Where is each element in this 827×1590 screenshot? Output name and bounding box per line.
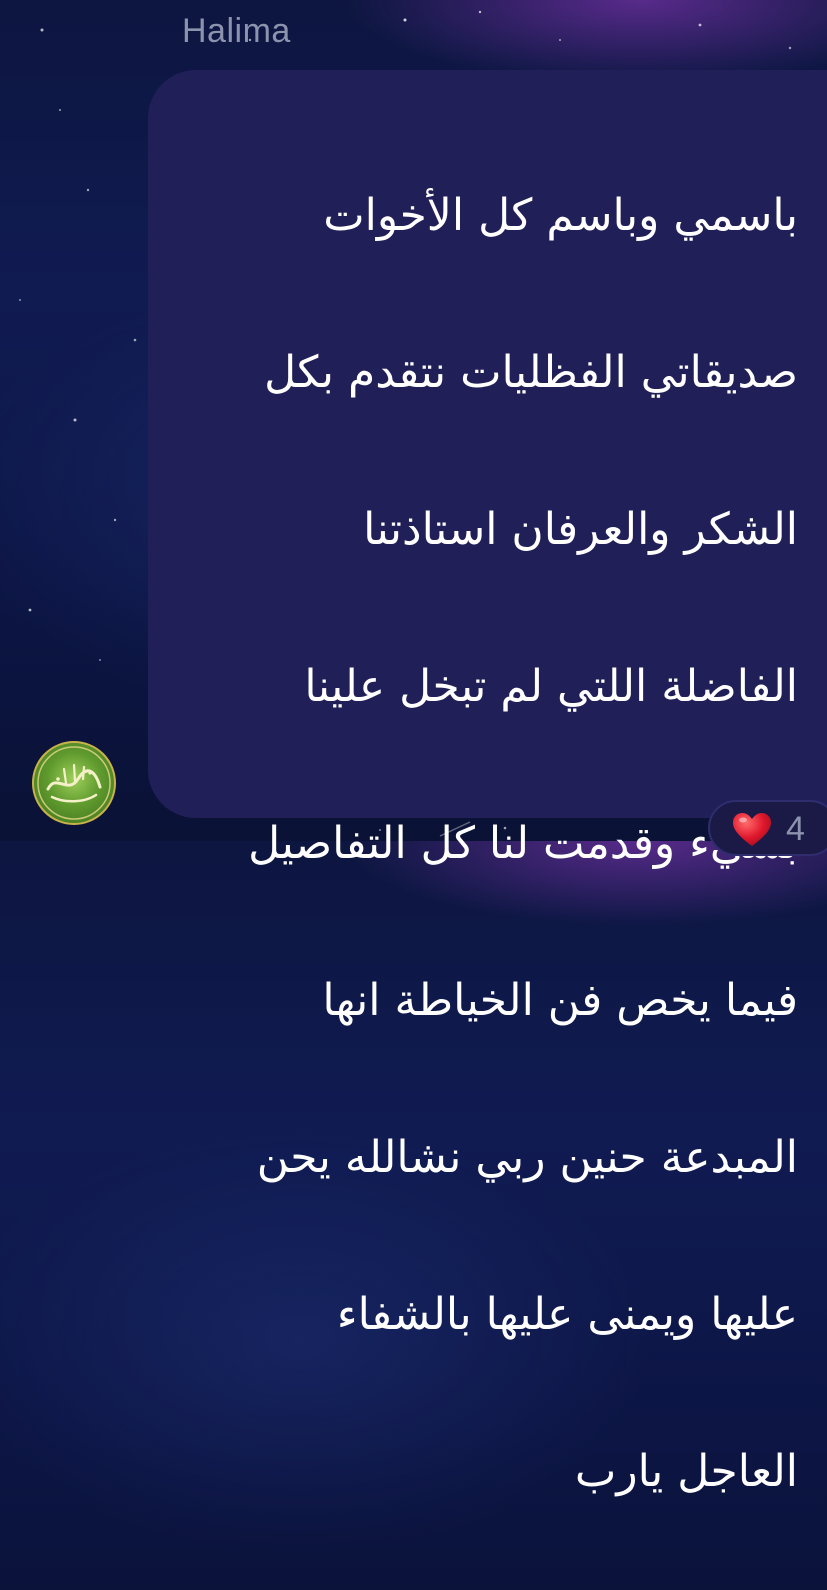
sender-name[interactable]: Halima <box>182 12 291 51</box>
message-line: باسمي وباسم كل الأخوات <box>323 189 798 241</box>
message-text: باسمي وباسم كل الأخوات صديقاتي الفظليات … <box>178 98 798 1590</box>
message-line: بشيء وقدمت لنا كل التفاصيل <box>248 817 798 869</box>
message-line: الشكر والعرفان استاذتنا <box>363 503 798 555</box>
message-bubble[interactable]: باسمي وباسم كل الأخوات صديقاتي الفظليات … <box>148 70 827 1497</box>
sender-avatar[interactable] <box>32 741 116 825</box>
heart-icon <box>733 813 771 846</box>
message-line: المبدعة حنين ربي نشالله يحن <box>256 1131 798 1183</box>
message-line: العاجل يارب <box>574 1445 798 1497</box>
reaction-chip[interactable]: 4 <box>708 800 827 856</box>
message-line: صديقاتي الفظليات نتقدم بكل <box>264 346 798 398</box>
message-line: فيما يخص فن الخياطة انها <box>322 974 798 1026</box>
message-line: الفاضلة اللتي لم تبخل علينا <box>304 660 798 712</box>
message-line: عليها ويمنى عليها بالشفاء <box>336 1288 798 1340</box>
calligraphy-avatar-icon <box>37 746 111 820</box>
